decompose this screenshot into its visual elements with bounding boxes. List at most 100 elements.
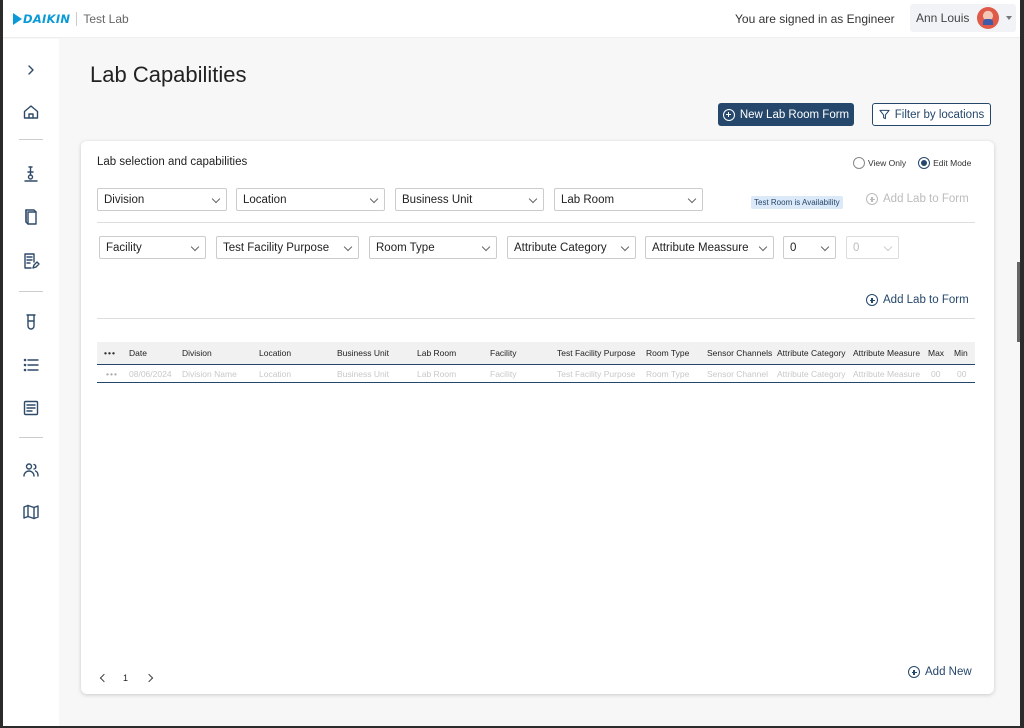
- scrollbar[interactable]: [1017, 262, 1020, 342]
- location-select[interactable]: Location: [236, 188, 385, 211]
- caret-down-icon: [1006, 16, 1013, 20]
- brand-logo[interactable]: DAIKIN Test Lab: [13, 11, 129, 27]
- microscope-icon: [24, 166, 38, 182]
- filter-by-locations-button[interactable]: Filter by locations: [872, 103, 991, 126]
- page-title: Lab Capabilities: [90, 62, 247, 87]
- chevron-down-icon: [528, 194, 538, 204]
- facility-select-value: Facility: [106, 241, 142, 254]
- min-value-select[interactable]: 0: [846, 236, 899, 259]
- home-icon: [23, 105, 39, 119]
- sidebar: [3, 39, 59, 726]
- table-row[interactable]: ••• 08/06/2024 Division Name Location Bu…: [97, 365, 975, 383]
- column-header-lab-room[interactable]: Lab Room: [417, 342, 456, 364]
- sidebar-item-map[interactable]: [20, 501, 42, 523]
- table-cell: 00: [957, 368, 967, 379]
- test-facility-purpose-select-value: Test Facility Purpose: [223, 241, 330, 254]
- list-icon: [23, 358, 39, 372]
- chevron-right-icon: [28, 65, 34, 75]
- sidebar-item-documents[interactable]: [20, 397, 42, 419]
- more-actions-icon[interactable]: •••: [104, 342, 116, 364]
- chevron-down-icon: [620, 242, 630, 252]
- column-header-date[interactable]: Date: [129, 342, 147, 364]
- document-edit-icon: [24, 253, 40, 269]
- new-lab-room-form-button[interactable]: New Lab Room Form: [718, 103, 854, 126]
- sidebar-item-home[interactable]: [20, 101, 42, 123]
- column-header-facility[interactable]: Facility: [490, 342, 516, 364]
- sidebar-divider: [19, 291, 43, 292]
- sidebar-item-tests[interactable]: [20, 311, 42, 333]
- previous-page-button[interactable]: [97, 671, 111, 685]
- add-circle-icon: [722, 108, 735, 121]
- sidebar-divider: [19, 139, 43, 140]
- chevron-down-icon: [211, 194, 221, 204]
- room-type-select-value: Room Type: [376, 241, 435, 254]
- column-header-location[interactable]: Location: [259, 342, 291, 364]
- view-only-label: View Only: [868, 158, 907, 168]
- brand-name: DAIKIN: [23, 12, 71, 26]
- column-header-business-unit[interactable]: Business Unit: [337, 342, 389, 364]
- table-cell: Attribute Category: [777, 368, 846, 379]
- chevron-down-icon: [687, 194, 697, 204]
- add-lab-to-form-label: Add Lab to Form: [883, 294, 969, 306]
- add-new-button[interactable]: Add New: [908, 666, 972, 678]
- column-header-attribute-category[interactable]: Attribute Category: [777, 342, 846, 364]
- sidebar-item-list[interactable]: [20, 354, 42, 376]
- column-header-division[interactable]: Division: [182, 342, 212, 364]
- view-only-radio[interactable]: [853, 157, 865, 169]
- chevron-down-icon: [369, 194, 379, 204]
- document-icon: [23, 400, 39, 416]
- column-header-max[interactable]: Max: [928, 342, 944, 364]
- location-select-value: Location: [243, 193, 287, 206]
- add-lab-to-form-button[interactable]: Add Lab to Form: [866, 294, 969, 306]
- chevron-down-icon: [343, 242, 353, 252]
- test-facility-purpose-select[interactable]: Test Facility Purpose: [216, 236, 359, 259]
- column-header-test-facility-purpose[interactable]: Test Facility Purpose: [557, 342, 635, 364]
- business-unit-select[interactable]: Business Unit: [395, 188, 544, 211]
- table-cell: 08/06/2024: [129, 368, 172, 379]
- table-header: ••• Date Division Location Business Unit…: [97, 342, 975, 365]
- add-circle-icon: [866, 193, 878, 205]
- column-header-attribute-measure[interactable]: Attribute Measure: [853, 342, 920, 364]
- column-header-sensor-channels[interactable]: Sensor Channels: [707, 342, 772, 364]
- attribute-category-select[interactable]: Attribute Category: [507, 236, 636, 259]
- table-cell: Location: [259, 368, 292, 379]
- filter-by-locations-label: Filter by locations: [894, 108, 985, 121]
- divider: [97, 222, 975, 223]
- max-value-select[interactable]: 0: [783, 236, 836, 259]
- lab-room-select[interactable]: Lab Room: [554, 188, 703, 211]
- row-more-icon[interactable]: •••: [106, 365, 118, 382]
- room-type-select[interactable]: Room Type: [369, 236, 497, 259]
- table-cell: Room Type: [646, 368, 690, 379]
- column-header-room-type[interactable]: Room Type: [646, 342, 689, 364]
- sidebar-item-library[interactable]: [20, 206, 42, 228]
- availability-badge: Test Room is Availability: [751, 196, 843, 209]
- add-lab-to-form-button-disabled[interactable]: Add Lab to Form: [866, 193, 969, 205]
- app-window: DAIKIN Test Lab You are signed in as Eng…: [3, 0, 1020, 726]
- next-page-button[interactable]: [144, 671, 158, 685]
- lab-room-select-value: Lab Room: [561, 193, 615, 206]
- lab-selection-card: Lab selection and capabilities View Only…: [81, 141, 994, 694]
- max-value-select-value: 0: [790, 241, 797, 254]
- test-tube-icon: [26, 314, 36, 330]
- division-select[interactable]: Division: [97, 188, 227, 211]
- facility-select[interactable]: Facility: [99, 236, 206, 259]
- user-menu[interactable]: Ann Louis: [910, 4, 1016, 32]
- sidebar-item-forms[interactable]: [20, 250, 42, 272]
- edit-mode-label: Edit Mode: [933, 158, 972, 168]
- users-icon: [23, 463, 39, 477]
- current-page[interactable]: 1: [123, 673, 128, 683]
- edit-mode-radio[interactable]: [918, 157, 931, 169]
- sidebar-item-lab[interactable]: [20, 163, 42, 185]
- column-header-min[interactable]: Min: [954, 342, 968, 364]
- table-cell: Division Name: [182, 368, 237, 379]
- division-select-value: Division: [104, 193, 145, 206]
- sidebar-item-users[interactable]: [20, 459, 42, 481]
- sidebar-expand[interactable]: [20, 59, 42, 81]
- chevron-right-icon: [144, 673, 154, 683]
- table-cell: Lab Room: [417, 368, 457, 379]
- attribute-category-select-value: Attribute Category: [514, 241, 607, 254]
- attribute-measure-select[interactable]: Attribute Meassure: [645, 236, 774, 259]
- chevron-down-icon: [883, 242, 893, 252]
- table-cell: Test Facility Purpose: [557, 368, 636, 379]
- add-circle-icon: [908, 666, 920, 678]
